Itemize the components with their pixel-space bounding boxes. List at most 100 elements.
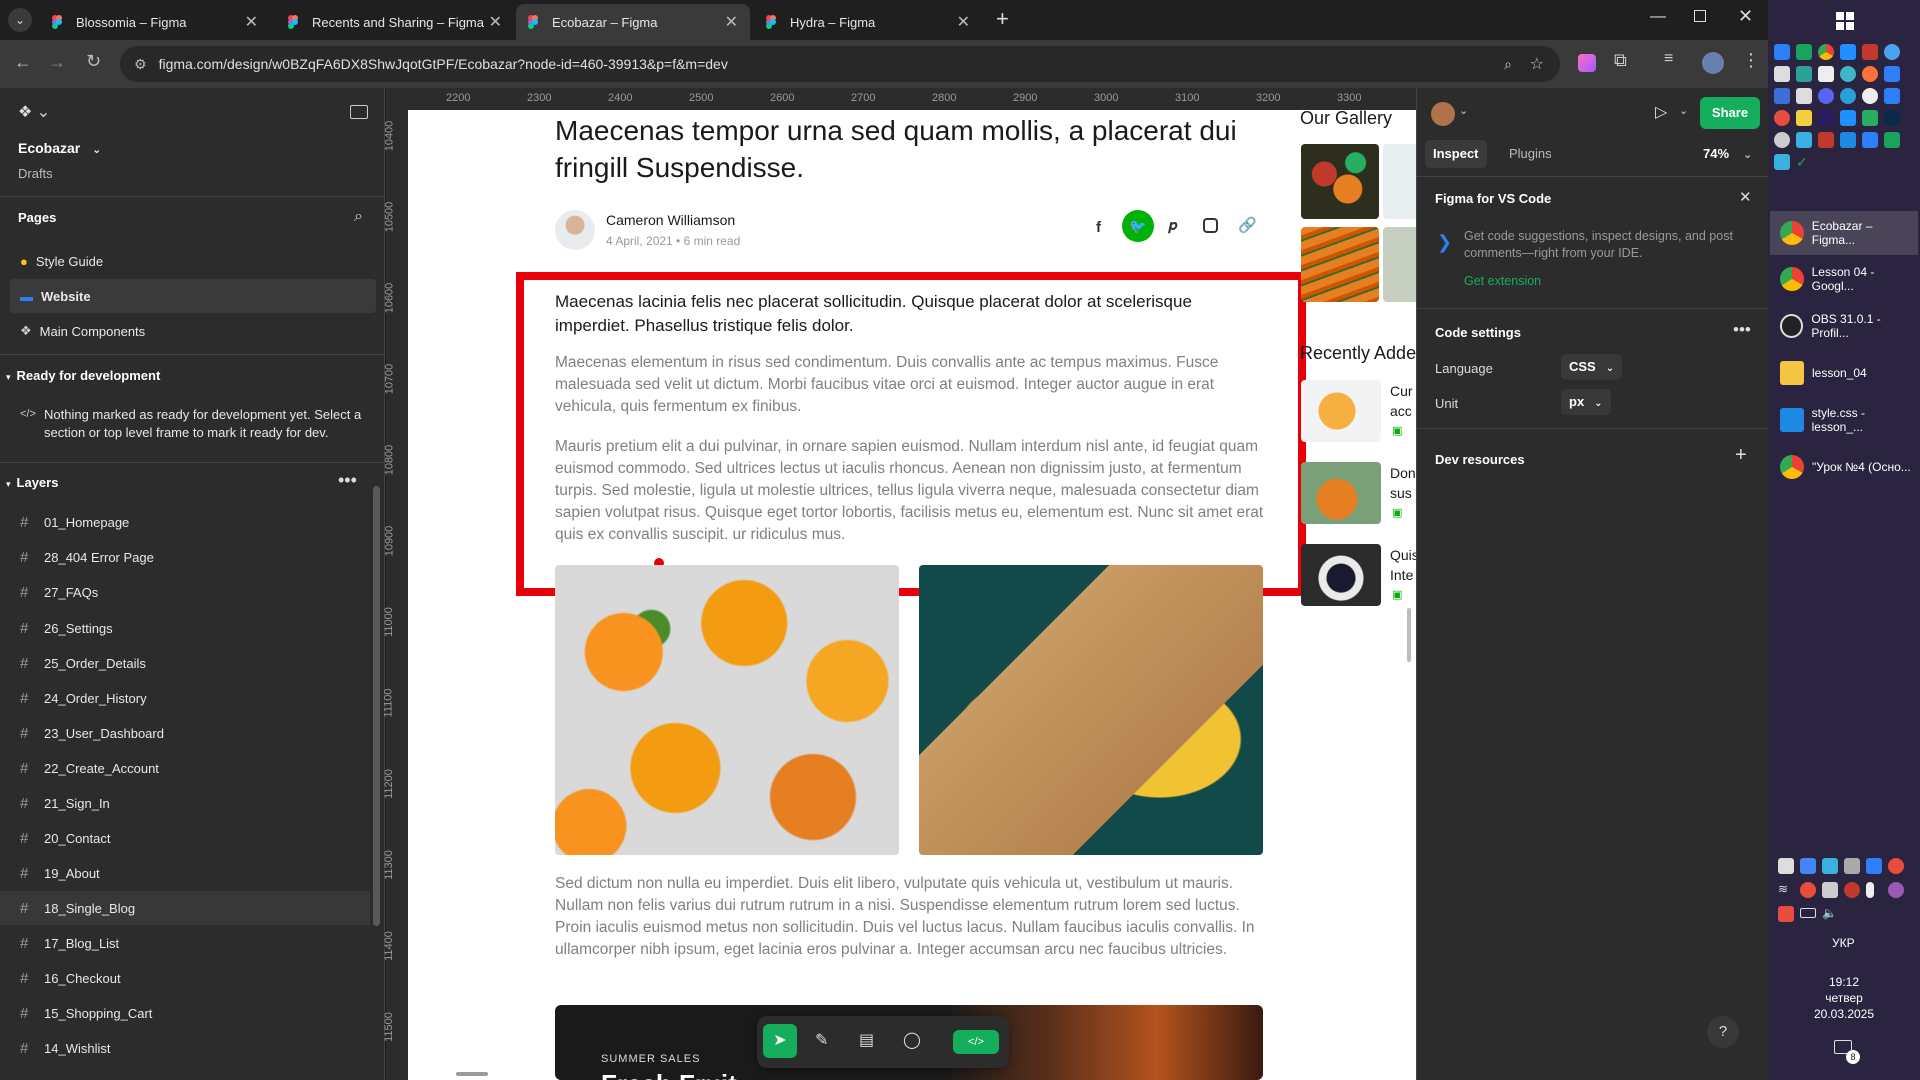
site-settings-icon[interactable]: ⚙ [134, 56, 147, 73]
discord-icon[interactable] [1818, 88, 1834, 104]
recent-item-title[interactable]: Quis Inte [1390, 545, 1416, 585]
canvas-scroll-indicator[interactable] [1407, 608, 1411, 662]
help-button[interactable]: ? [1707, 1016, 1739, 1048]
close-icon[interactable]: ✕ [957, 12, 970, 32]
tab-plugins[interactable]: Plugins [1501, 140, 1560, 168]
figma-menu-icon[interactable]: ❖ ⌄ [18, 102, 50, 122]
profile-avatar[interactable] [1702, 52, 1724, 74]
layer-item[interactable]: #17_Blog_List [0, 926, 370, 960]
browser-menu-icon[interactable]: ⋮ [1742, 50, 1760, 71]
extension-icon[interactable] [1578, 54, 1596, 72]
zoom-level[interactable]: 74% ⌄ [1703, 146, 1752, 161]
zoom-icon[interactable]: ⌕ [1504, 56, 1512, 73]
wifi-icon[interactable]: ≋ [1778, 882, 1794, 898]
vscode-icon[interactable] [1840, 132, 1856, 148]
single-blog-frame[interactable]: Maecenas tempor urna sed quam mollis, a … [408, 110, 1416, 1080]
pinned-app-icon[interactable] [1796, 44, 1812, 60]
share-button[interactable]: Share [1700, 97, 1760, 129]
tray-icon[interactable] [1800, 858, 1816, 874]
bookmark-star-icon[interactable]: ☆ [1530, 54, 1544, 74]
new-tab-button[interactable]: + [996, 6, 1009, 32]
layer-item[interactable]: #19_About [0, 856, 370, 890]
layer-item[interactable]: #22_Create_Account [0, 751, 370, 785]
pinned-app-icon[interactable] [1818, 132, 1834, 148]
copy-link-icon[interactable]: 🔗 [1238, 216, 1257, 234]
forward-icon[interactable]: → [48, 52, 66, 73]
tab-search-button[interactable]: ⌄ [8, 8, 32, 32]
layer-item[interactable]: #14_Wishlist [0, 1031, 370, 1065]
close-icon[interactable]: ✕ [245, 12, 258, 32]
tray-icon[interactable] [1778, 858, 1794, 874]
page-item-style-guide[interactable]: ● Style Guide [0, 244, 370, 278]
layer-item[interactable]: #20_Contact [0, 821, 370, 855]
pinned-app-icon[interactable] [1840, 44, 1856, 60]
pinned-app-icon[interactable] [1840, 66, 1856, 82]
microphone-icon[interactable] [1866, 882, 1874, 898]
user-avatar[interactable] [1431, 102, 1455, 126]
layer-item[interactable]: #24_Order_History [0, 681, 370, 715]
close-window-button[interactable]: ✕ [1738, 6, 1753, 27]
browser-tab-active[interactable]: Ecobazar – Figma ✕ [516, 4, 750, 40]
pinned-app-icon[interactable] [1840, 110, 1856, 126]
pinned-app-icon[interactable] [1884, 44, 1900, 60]
taskbar-window[interactable]: style.css - lesson_... [1770, 398, 1918, 442]
layer-item[interactable]: #23_User_Dashboard [0, 716, 370, 750]
toggle-sidebar-icon[interactable] [350, 105, 368, 119]
layer-item[interactable]: #27_FAQs [0, 575, 370, 609]
browser-tab[interactable]: Blossomia – Figma ✕ [40, 4, 270, 40]
pinned-app-icon[interactable] [1774, 66, 1790, 82]
pinned-app-icon[interactable] [1818, 66, 1834, 82]
restore-button[interactable] [1694, 10, 1706, 22]
close-icon[interactable]: ✕ [725, 12, 738, 32]
comment-tool-icon[interactable]: ◯ [903, 1030, 921, 1050]
premiere-icon[interactable] [1818, 110, 1834, 126]
browser-tab[interactable]: Recents and Sharing – Figma ✕ [276, 4, 514, 40]
page-item-website[interactable]: ▬ Website [10, 279, 376, 313]
taskbar-window[interactable]: Lesson 04 - Googl... [1770, 257, 1918, 301]
recent-item-title[interactable]: Cur acc [1390, 381, 1416, 421]
close-icon[interactable]: ✕ [489, 12, 502, 32]
layer-item[interactable]: #15_Shopping_Cart [0, 996, 370, 1030]
taskbar-window[interactable]: lesson_04 [1770, 351, 1918, 395]
volume-icon[interactable]: 🔈 [1822, 906, 1838, 922]
pinned-app-icon[interactable] [1774, 110, 1790, 126]
more-options-icon[interactable]: ••• [1733, 320, 1751, 340]
taskbar-window[interactable]: "Урок №4 (Осно... [1770, 445, 1918, 489]
pinned-app-icon[interactable] [1862, 132, 1878, 148]
media-control-icon[interactable]: ≡ [1664, 50, 1673, 68]
search-pages-icon[interactable]: ⌕ [354, 208, 363, 226]
check-icon[interactable]: ✓ [1796, 154, 1812, 170]
tray-icon[interactable] [1800, 882, 1816, 898]
tray-icon[interactable] [1822, 882, 1838, 898]
layer-item[interactable]: #01_Homepage [0, 505, 370, 539]
measure-tool-icon[interactable]: ✎ [815, 1030, 828, 1050]
chevron-down-icon[interactable]: ⌄ [1679, 104, 1688, 117]
pinned-app-icon[interactable] [1774, 44, 1790, 60]
tray-icon[interactable] [1888, 882, 1904, 898]
instagram-icon[interactable] [1203, 218, 1218, 233]
pinned-app-icon[interactable] [1796, 110, 1812, 126]
extensions-puzzle-icon[interactable]: ⧉ [1614, 50, 1627, 71]
pinterest-icon[interactable]: 𝒑 [1168, 217, 1177, 234]
ready-for-dev-heading[interactable]: ▾ Ready for development [6, 368, 160, 383]
chrome-icon[interactable] [1818, 44, 1834, 60]
canvas-horizontal-scrollbar[interactable] [456, 1072, 488, 1076]
more-options-icon[interactable]: ••• [338, 470, 357, 491]
pinned-app-icon[interactable] [1796, 66, 1812, 82]
tray-icon[interactable] [1822, 858, 1838, 874]
layer-item[interactable]: #26_Settings [0, 611, 370, 645]
facebook-icon[interactable]: f [1096, 219, 1101, 236]
pinned-app-icon[interactable] [1796, 88, 1812, 104]
twitter-icon[interactable]: 🐦 [1122, 210, 1154, 242]
filezilla-icon[interactable] [1862, 44, 1878, 60]
pinned-app-icon[interactable] [1774, 88, 1790, 104]
pinned-app-icon[interactable] [1884, 88, 1900, 104]
get-extension-link[interactable]: Get extension [1464, 274, 1541, 288]
address-bar[interactable]: ⚙ figma.com/design/w0BZqFA6DX8ShwJqotGtP… [120, 46, 1560, 82]
taskbar-window[interactable]: OBS 31.0.1 - Profil... [1770, 304, 1918, 348]
back-icon[interactable]: ← [14, 52, 32, 73]
tray-icon[interactable] [1778, 906, 1794, 922]
project-name[interactable]: Ecobazar ⌄ [18, 140, 101, 156]
layer-item[interactable]: #21_Sign_In [0, 786, 370, 820]
sheets-icon[interactable] [1884, 132, 1900, 148]
